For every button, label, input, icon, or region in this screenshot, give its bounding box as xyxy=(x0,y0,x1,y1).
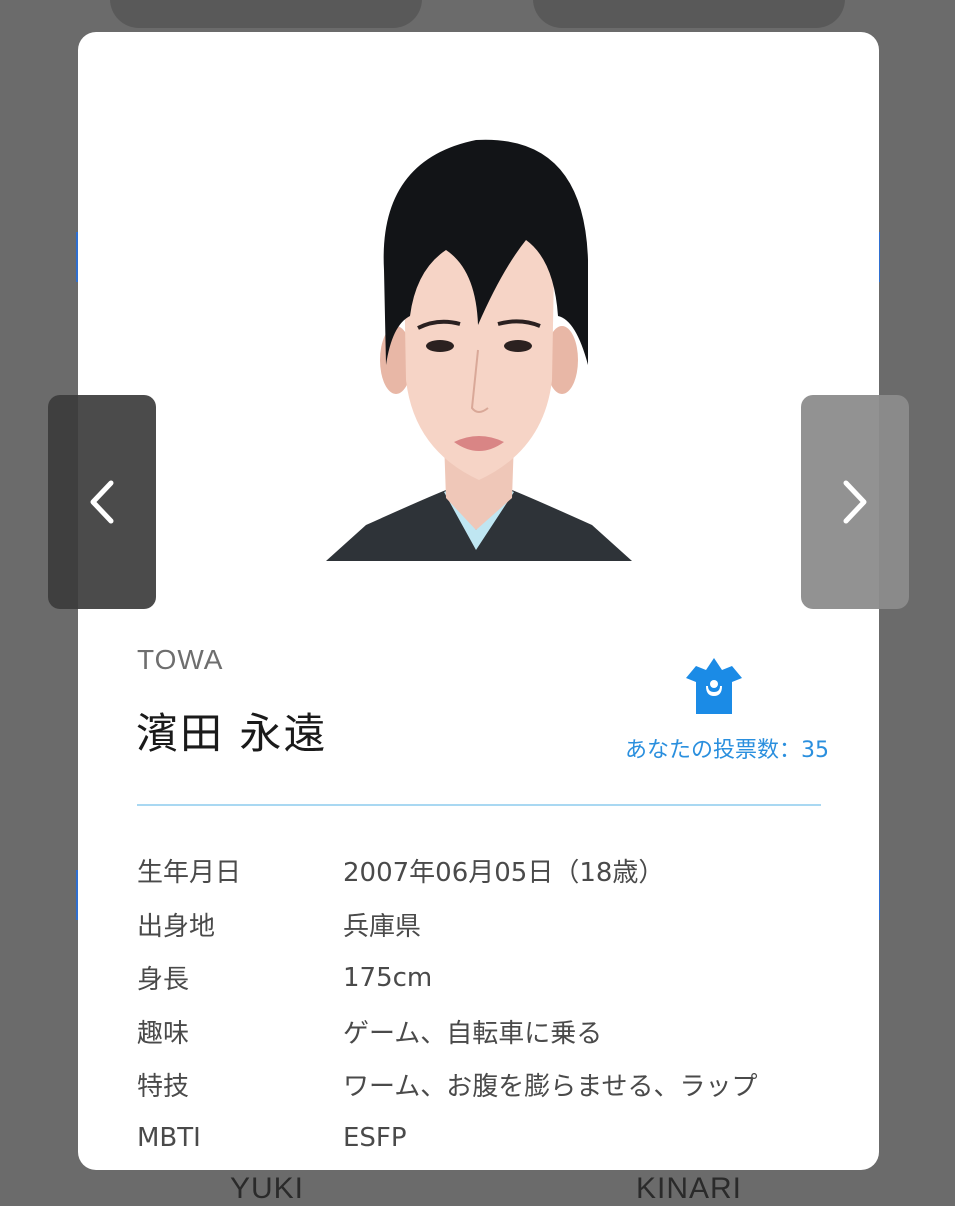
detail-value: ゲーム、自転車に乗る xyxy=(343,1018,603,1049)
detail-row-skill: 特技 ワーム、お腹を膨らませる、ラップ xyxy=(137,1058,837,1112)
previous-member-button[interactable] xyxy=(48,395,156,609)
detail-label: 特技 xyxy=(137,1072,190,1103)
detail-value: 兵庫県 xyxy=(343,911,422,942)
chevron-right-icon xyxy=(843,480,867,524)
background-pill-right xyxy=(533,0,845,28)
next-member-button[interactable] xyxy=(801,395,909,609)
detail-row-mbti: MBTI ESFP xyxy=(137,1112,837,1166)
detail-row-birthplace: 出身地 兵庫県 xyxy=(137,898,837,952)
detail-label: 生年月日 xyxy=(137,858,242,889)
member-romaji-name: TOWA xyxy=(137,644,224,675)
detail-label: 趣味 xyxy=(137,1018,190,1049)
detail-row-height: 身長 175cm xyxy=(137,951,837,1005)
detail-row-hobby: 趣味 ゲーム、自転車に乗る xyxy=(137,1005,837,1059)
member-name: 濱田 永遠 xyxy=(136,709,328,758)
detail-label: 出身地 xyxy=(137,911,216,942)
crown-icon[interactable] xyxy=(684,656,744,716)
divider xyxy=(137,804,821,806)
profile-details: 生年月日 2007年06月05日（18歳） 出身地 兵庫県 身長 175cm 趣… xyxy=(137,844,837,1165)
detail-value: ESFP xyxy=(343,1123,407,1154)
chevron-left-icon xyxy=(90,480,114,524)
profile-photo xyxy=(326,120,632,561)
background-member-name[interactable]: YUKI xyxy=(230,1172,304,1206)
detail-value: ワーム、お腹を膨らませる、ラップ xyxy=(343,1072,758,1103)
background-pill-left xyxy=(110,0,422,28)
vote-count: あなたの投票数：35 xyxy=(625,738,829,763)
background-member-name[interactable]: KINARI xyxy=(636,1172,742,1206)
detail-value: 175cm xyxy=(343,962,433,993)
detail-value: 2007年06月05日（18歳） xyxy=(343,858,665,889)
detail-label: 身長 xyxy=(137,965,190,996)
detail-row-birthdate: 生年月日 2007年06月05日（18歳） xyxy=(137,844,837,898)
profile-card: TOWA 濱田 永遠 あなたの投票数：35 生年月日 2007年06月05日（1… xyxy=(78,32,879,1170)
detail-label: MBTI xyxy=(137,1123,201,1154)
